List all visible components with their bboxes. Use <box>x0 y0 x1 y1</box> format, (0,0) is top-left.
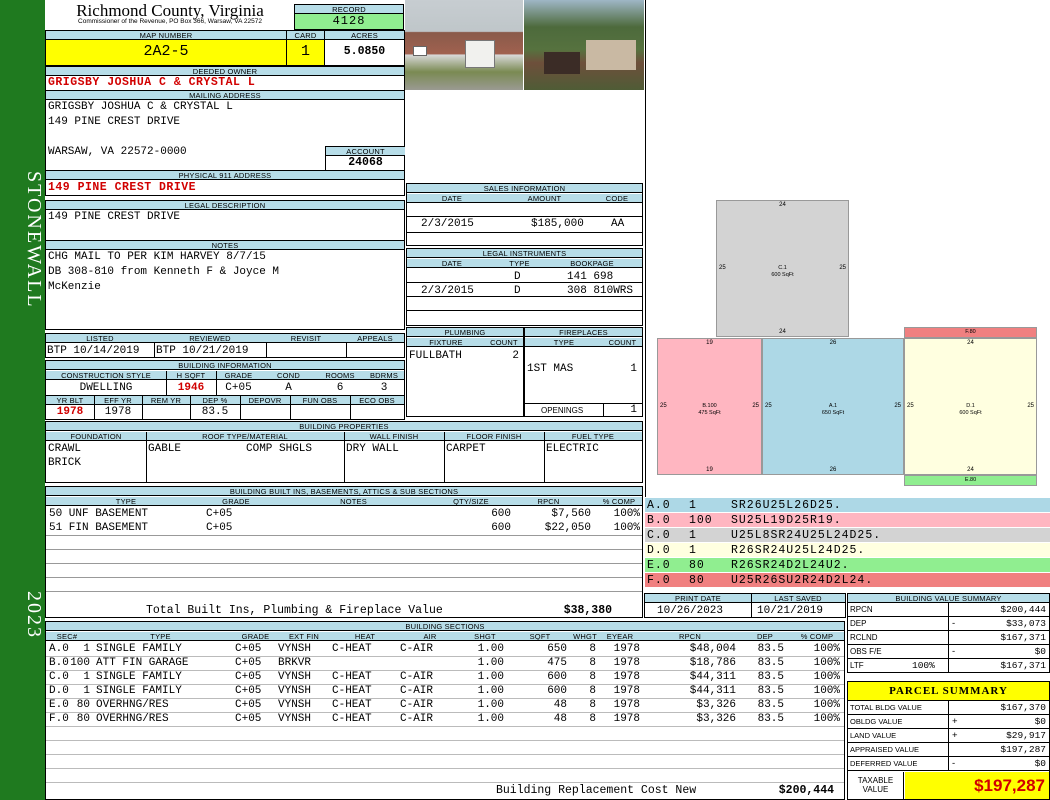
deeded-owner-box: DEEDED OWNER GRIGSBY JOSHUA C & CRYSTAL … <box>45 66 405 91</box>
building-properties: BUILDING PROPERTIES FOUNDATION ROOF TYPE… <box>45 421 643 483</box>
parcel-summary-title: PARCEL SUMMARY <box>848 682 1049 701</box>
table-row: C.0 1 SINGLE FAMILY C+05 VYNSH C-HEAT C-AIR 1.0… <box>46 670 844 685</box>
built-ins-table: BUILDING BUILT INS, BASEMENTS, ATTICS & … <box>45 486 643 618</box>
deeded-owner: GRIGSBY JOSHUA C & CRYSTAL L <box>48 76 256 89</box>
brcn-label: Building Replacement Cost New <box>496 784 697 797</box>
table-row: D.0 1 SINGLE FAMILY C+05 VYNSH C-HEAT C-AIR 1.0… <box>46 684 844 699</box>
record-label: RECORD <box>295 5 403 14</box>
sketch-vector-list: A.0 1 SR26U25L26D25. B.0 100 SU25L19D25R19. C.… <box>645 498 1050 588</box>
table-row <box>46 740 844 755</box>
vector-row: F.0 80 U25R26SU2R24D2L24. <box>645 573 1050 588</box>
vector-row: D.0 1 R26SR24U25L24D25. <box>645 543 1050 558</box>
construction-style: DWELLING <box>79 382 133 394</box>
note-line-3: McKenzie <box>48 281 101 293</box>
commissioner-line: Commissioner of the Revenue, PO Box 366,… <box>78 18 262 25</box>
year-built: 1978 <box>56 406 84 418</box>
sketch-section-a: 26 26 25 25 A.1 650 SqFt <box>762 338 904 475</box>
card-number: 1 <box>300 43 310 60</box>
builtins-total: $38,380 <box>563 604 612 617</box>
parcel-summary: PARCEL SUMMARY TOTAL BLDG VALUE $167,370 … <box>847 681 1050 800</box>
sketch-section-e: E.80 <box>904 475 1037 486</box>
building-value-summary: BUILDING VALUE SUMMARY RPCN $200,444 DEP -… <box>847 593 1050 673</box>
notes-box: NOTES CHG MAIL TO PER KIM HARVEY 8/7/15 … <box>45 240 405 330</box>
vector-row: A.0 1 SR26U25L26D25. <box>645 498 1050 513</box>
notes-label: NOTES <box>46 241 404 250</box>
builtins-total-label: Total Built Ins, Plumbing & Fireplace Va… <box>146 604 443 617</box>
plumbing-box: PLUMBING FIXTURE COUNT FULLBATH 2 <box>406 327 524 417</box>
table-row: 51 FIN BASEMENT C+05 600 $22,050 100% <box>49 522 640 534</box>
garage-door <box>465 40 495 68</box>
acres-label: ACRES <box>325 31 404 40</box>
listed-value: BTP 10/14/2019 <box>47 345 140 357</box>
mailing-address-box: MAILING ADDRESS GRIGSBY JOSHUA C & CRYST… <box>45 90 405 171</box>
sales-information: SALES INFORMATION DATE AMOUNT CODE 2/3/2… <box>406 183 643 246</box>
taxable-value: $197,287 <box>905 772 1049 799</box>
vector-row: E.0 80 R26SR24D2L24U2. <box>645 558 1050 573</box>
vector-row: B.0 100 SU25L19D25R19. <box>645 513 1050 528</box>
table-row <box>46 768 844 783</box>
plumbing-fixture: FULLBATH <box>409 350 462 362</box>
account-label: ACCOUNT <box>326 147 405 156</box>
taxable-value-label: TAXABLE VALUE <box>848 772 904 800</box>
brcn-value: $200,444 <box>778 784 834 797</box>
table-row: E.0 80 OVERHNG/RES C+05 VYNSH C-HEAT C-AIR 1.00… <box>46 698 844 713</box>
map-label: MAP NUMBER <box>46 31 286 40</box>
district-label: STONEWALL <box>23 171 45 309</box>
fireplaces-box: FIREPLACES TYPE COUNT 1ST MAS 1 OPENINGS… <box>524 327 643 417</box>
account-box: ACCOUNT 24068 <box>325 146 405 171</box>
header-title: Richmond County, Virginia Commissioner o… <box>45 0 295 30</box>
reviewed-value: BTP 10/21/2019 <box>156 345 249 357</box>
record-box: RECORD 4128 <box>294 4 404 30</box>
vector-row: C.0 1 U25L8SR24U25L24D25. <box>645 528 1050 543</box>
legal-description-label: LEGAL DESCRIPTION <box>46 201 404 210</box>
mail-line-2: 149 PINE CREST DRIVE <box>48 116 181 128</box>
building-information: BUILDING INFORMATION CONSTRUCTION STYLE … <box>45 360 405 420</box>
sketch-section-d: 24 24 25 25 D.1 600 SqFt <box>904 338 1037 475</box>
table-row: F.0 80 OVERHNG/RES C+05 VYNSH C-HEAT C-AIR 1.00… <box>46 712 844 727</box>
legal-description-box: LEGAL DESCRIPTION 149 PINE CREST DRIVE <box>45 200 405 241</box>
physical-address-label: PHYSICAL 911 ADDRESS <box>46 171 404 180</box>
sketch-section-b: 19 19 25 25 B.100 475 SqFt <box>657 338 762 475</box>
note-line-2: DB 308-810 from Kenneth F & Joyce M <box>48 266 280 278</box>
sketch-section-f: F.80 <box>904 327 1037 338</box>
note-line-1: CHG MAIL TO PER KIM HARVEY 8/7/15 <box>48 251 266 263</box>
map-card-acres: MAP NUMBER 2A2-5 CARD 1 ACRES 5.0850 <box>45 30 405 66</box>
table-row: 50 UNF BASEMENT C+05 600 $7,560 100% <box>49 508 640 520</box>
sale-date: 2/3/2015 <box>421 218 474 230</box>
last-saved-date: 10/21/2019 <box>757 605 824 617</box>
fireplace-type: 1ST MAS <box>527 363 574 375</box>
map-number: 2A2-5 <box>143 43 189 60</box>
card-label: CARD <box>287 31 324 40</box>
physical-address-box: PHYSICAL 911 ADDRESS 149 PINE CREST DRIV… <box>45 170 405 196</box>
legal-instruments: LEGAL INSTRUMENTS DATE TYPE BOOKPAGE D 1… <box>406 248 643 326</box>
deeded-owner-label: DEEDED OWNER <box>46 67 404 76</box>
account-number: 24068 <box>348 156 383 169</box>
year-label: 2023 <box>23 591 45 639</box>
mail-line-1: GRIGSBY JOSHUA C & CRYSTAL L <box>48 101 233 113</box>
review-box: LISTED REVIEWED REVISIT APPEALS BTP 10/1… <box>45 333 405 358</box>
mailing-address-label: MAILING ADDRESS <box>46 91 404 100</box>
table-row: A.0 1 SINGLE FAMILY C+05 VYNSH C-HEAT C-AIR 1.0… <box>46 642 844 657</box>
legal-description: 149 PINE CREST DRIVE <box>48 211 181 223</box>
record-number: 4128 <box>295 14 403 29</box>
sale-amount: $185,000 <box>531 218 584 230</box>
table-row <box>46 726 844 741</box>
print-date: 10/26/2023 <box>657 605 724 617</box>
property-photo-side <box>524 0 644 90</box>
heated-sqft: 1946 <box>177 382 205 394</box>
acres-value: 5.0850 <box>343 45 386 58</box>
dates-box: PRINT DATE LAST SAVED 10/26/2023 10/21/2… <box>644 593 846 618</box>
table-row: B.0 100 ATT FIN GARAGE C+05 BRKVR 1.00 475 8 197… <box>46 656 844 671</box>
property-photo-front <box>405 0 523 90</box>
physical-address: 149 PINE CREST DRIVE <box>48 181 197 194</box>
table-row <box>46 754 844 769</box>
district-sidebar: STONEWALL 2023 <box>0 0 45 800</box>
building-sketch: 24 24 25 25 C.1 600 SqFt 19 19 25 25 B.10… <box>645 0 1050 497</box>
building-sections-table: BUILDING SECTIONS SEC# TYPE GRADE EXT FI… <box>45 621 845 800</box>
sketch-section-c: 24 24 25 25 C.1 600 SqFt <box>716 200 849 337</box>
